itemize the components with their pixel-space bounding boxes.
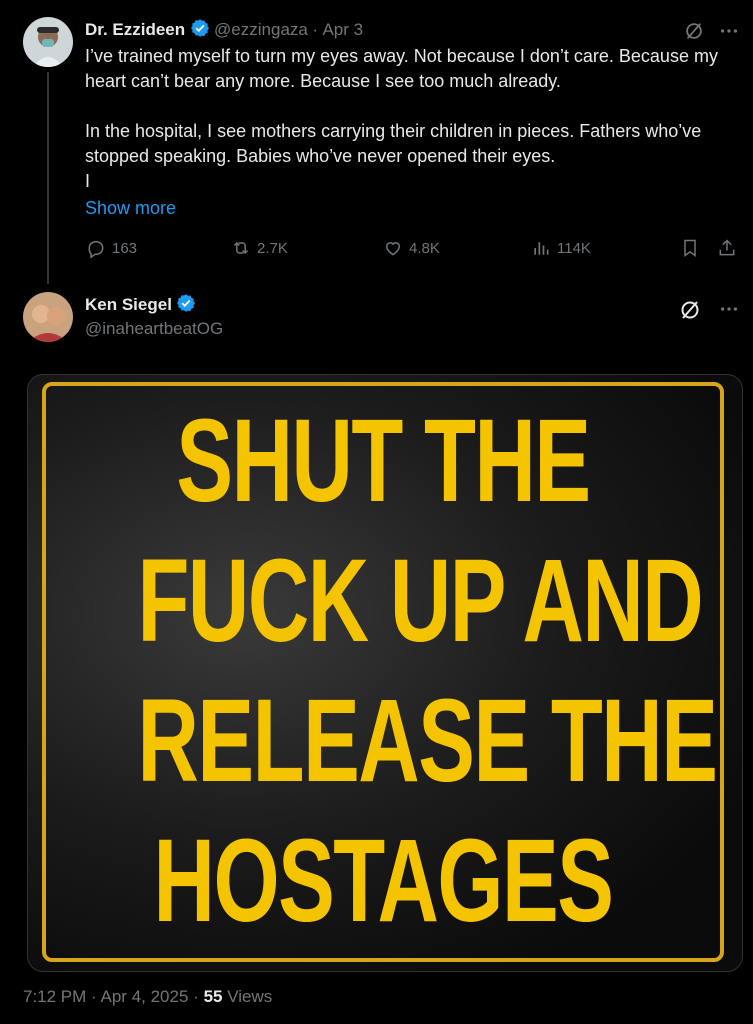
like-icon [385, 242, 401, 256]
sign-text: SHUT THE FUCK UP AND RELEASE THE HOSTAGE… [137, 391, 717, 951]
like-button[interactable]: 4.8K [383, 238, 440, 258]
sign-line-1: SHUT THE [176, 395, 591, 527]
post-time[interactable]: 7:12 PM [23, 987, 86, 1006]
tweet-footer: 7:12 PM · Apr 4, 2025 · 55 Views [23, 987, 272, 1007]
grok-icon[interactable] [678, 298, 702, 327]
separator: · [312, 20, 318, 39]
tweet-date[interactable]: Apr 3 [322, 20, 363, 39]
avatar-ken-siegel[interactable] [23, 292, 73, 342]
thread-connector-line [47, 72, 49, 284]
display-name[interactable]: Ken Siegel [85, 295, 172, 314]
views-button[interactable]: 114K [531, 238, 591, 258]
tweet1-header: Dr. Ezzideen @ezzingaza · Apr 3 [85, 18, 363, 40]
tweet2-header: Ken Siegel [85, 293, 196, 315]
more-icon[interactable] [718, 298, 740, 325]
repost-button[interactable]: 2.7K [231, 238, 288, 258]
sign-line-2: FUCK UP AND [137, 535, 703, 667]
views-label: Views [227, 987, 273, 1006]
view-count: 114K [557, 239, 591, 257]
tweet1-text: I’ve trained myself to turn my eyes away… [85, 46, 718, 191]
bookmark-icon[interactable] [680, 238, 700, 263]
tweet-image[interactable]: SHUT THE FUCK UP AND RELEASE THE HOSTAGE… [27, 374, 743, 972]
like-count: 4.8K [409, 239, 440, 257]
repost-icon [233, 241, 249, 255]
reply-button[interactable]: 163 [86, 238, 137, 258]
verified-badge-icon [177, 294, 196, 312]
separator: · [193, 987, 199, 1006]
views-icon [534, 242, 549, 255]
handle[interactable]: @ezzingaza [214, 20, 308, 39]
grok-icon[interactable] [683, 20, 705, 47]
sign-line-4: HOSTAGES [153, 815, 614, 947]
show-more-link[interactable]: Show more [85, 198, 176, 219]
display-name[interactable]: Dr. Ezzideen [85, 20, 185, 39]
more-icon[interactable] [718, 20, 740, 47]
share-icon[interactable] [717, 238, 737, 263]
sign-line-3: RELEASE THE [137, 675, 717, 807]
separator: · [91, 987, 97, 1006]
reply-icon [88, 241, 104, 258]
verified-badge-icon [190, 19, 209, 37]
reply-count: 163 [112, 239, 138, 257]
repost-count: 2.7K [257, 239, 288, 257]
avatar-dr-ezzideen[interactable] [23, 17, 73, 67]
handle[interactable]: @inaheartbeatOG [85, 319, 223, 339]
post-date[interactable]: Apr 4, 2025 [101, 987, 189, 1006]
view-count: 55 [203, 987, 223, 1006]
